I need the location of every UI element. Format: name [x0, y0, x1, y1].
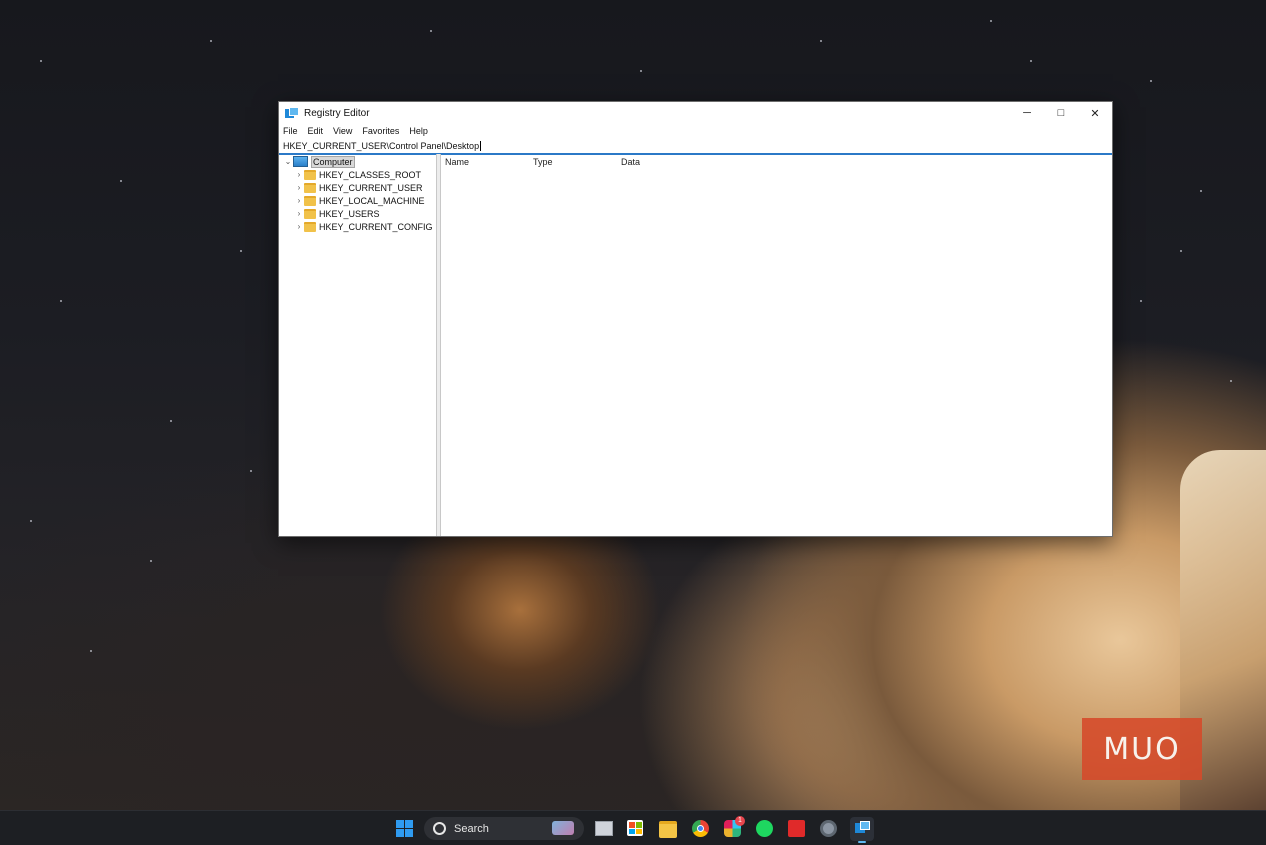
registry-editor-icon: [285, 107, 299, 119]
microsoft-store-icon[interactable]: [627, 820, 643, 836]
folder-icon: [304, 182, 316, 193]
window-controls: ─ □ ✕: [1010, 102, 1112, 124]
star: [170, 420, 172, 422]
star: [240, 250, 242, 252]
star: [90, 650, 92, 652]
column-header-name[interactable]: Name: [445, 157, 469, 167]
star: [120, 180, 122, 182]
minimize-button[interactable]: ─: [1010, 102, 1044, 124]
chevron-right-icon[interactable]: ›: [294, 183, 304, 192]
chrome-icon[interactable]: [692, 820, 709, 837]
tree-item-hkey-current-config[interactable]: › HKEY_CURRENT_CONFIG: [294, 220, 433, 233]
settings-icon[interactable]: [820, 820, 837, 837]
star: [990, 20, 992, 22]
star: [1180, 250, 1182, 252]
menu-bar: File Edit View Favorites Help: [279, 124, 1112, 138]
tree-item-label: HKEY_CURRENT_USER: [319, 182, 423, 193]
star: [1200, 190, 1202, 192]
star: [150, 560, 152, 562]
tree-item-hkey-current-user[interactable]: › HKEY_CURRENT_USER: [294, 181, 423, 194]
windows-start-icon[interactable]: [396, 820, 413, 837]
maximize-button[interactable]: □: [1044, 102, 1078, 124]
chevron-right-icon[interactable]: ›: [294, 170, 304, 179]
values-list-pane[interactable]: Name Type Data: [441, 154, 1112, 536]
menu-help[interactable]: Help: [409, 126, 428, 136]
star: [1150, 80, 1152, 82]
menu-view[interactable]: View: [333, 126, 352, 136]
menu-file[interactable]: File: [283, 126, 298, 136]
column-header-type[interactable]: Type: [533, 157, 553, 167]
menu-favorites[interactable]: Favorites: [362, 126, 399, 136]
column-header-data[interactable]: Data: [621, 157, 640, 167]
star: [30, 520, 32, 522]
star: [640, 70, 642, 72]
menu-edit[interactable]: Edit: [308, 126, 324, 136]
registry-editor-window: Registry Editor ─ □ ✕ File Edit View Fav…: [278, 101, 1113, 537]
taskbar: Search 1: [0, 810, 1266, 845]
computer-icon: [293, 156, 308, 167]
slack-icon[interactable]: 1: [724, 816, 745, 837]
chevron-right-icon[interactable]: ›: [294, 222, 304, 231]
folder-icon: [304, 169, 316, 180]
star: [210, 40, 212, 42]
active-indicator: [858, 841, 866, 843]
close-button[interactable]: ✕: [1078, 102, 1112, 124]
registry-editor-taskbar-icon[interactable]: [850, 817, 874, 843]
folder-icon: [304, 195, 316, 206]
search-highlight-icon: [552, 821, 574, 835]
tree-item-computer[interactable]: ⌄ Computer: [283, 155, 355, 168]
chevron-down-icon[interactable]: ⌄: [283, 157, 293, 166]
search-label: Search: [454, 822, 489, 835]
search-box[interactable]: Search: [424, 817, 584, 840]
star: [40, 60, 42, 62]
search-icon: [433, 822, 446, 835]
amd-software-icon[interactable]: [788, 820, 805, 837]
tree-item-hkey-local-machine[interactable]: › HKEY_LOCAL_MACHINE: [294, 194, 425, 207]
tree-item-hkey-classes-root[interactable]: › HKEY_CLASSES_ROOT: [294, 168, 421, 181]
text-caret: [480, 140, 482, 151]
file-explorer-icon[interactable]: [659, 821, 677, 838]
folder-icon: [304, 208, 316, 219]
muo-watermark: MUO: [1082, 718, 1202, 780]
title-bar[interactable]: Registry Editor ─ □ ✕: [279, 102, 1112, 124]
window-title: Registry Editor: [304, 107, 370, 119]
star: [1030, 60, 1032, 62]
tree-item-label: HKEY_CLASSES_ROOT: [319, 169, 422, 180]
tree-item-label: HKEY_LOCAL_MACHINE: [319, 195, 425, 206]
watermark-text: MUO: [1103, 731, 1181, 767]
notification-badge: 1: [735, 816, 745, 826]
address-bar[interactable]: HKEY_CURRENT_USER\Control Panel\Desktop: [279, 138, 1112, 155]
address-path[interactable]: HKEY_CURRENT_USER\Control Panel\Desktop: [283, 141, 479, 151]
star: [250, 470, 252, 472]
task-view-icon[interactable]: [595, 821, 613, 836]
tree-item-hkey-users[interactable]: › HKEY_USERS: [294, 207, 380, 220]
tree-item-label: HKEY_CURRENT_CONFIG: [319, 221, 433, 232]
key-tree-pane[interactable]: ⌄ Computer › HKEY_CLASSES_ROOT › HKEY_CU…: [279, 154, 437, 536]
spotify-icon[interactable]: [756, 820, 773, 837]
chevron-right-icon[interactable]: ›: [294, 196, 304, 205]
star: [430, 30, 432, 32]
star: [1230, 380, 1232, 382]
star: [60, 300, 62, 302]
star: [1140, 300, 1142, 302]
chevron-right-icon[interactable]: ›: [294, 209, 304, 218]
editor-content: ⌄ Computer › HKEY_CLASSES_ROOT › HKEY_CU…: [279, 154, 1112, 536]
folder-icon: [304, 221, 316, 232]
tree-item-label: Computer: [311, 155, 355, 168]
tree-item-label: HKEY_USERS: [319, 208, 380, 219]
star: [820, 40, 822, 42]
